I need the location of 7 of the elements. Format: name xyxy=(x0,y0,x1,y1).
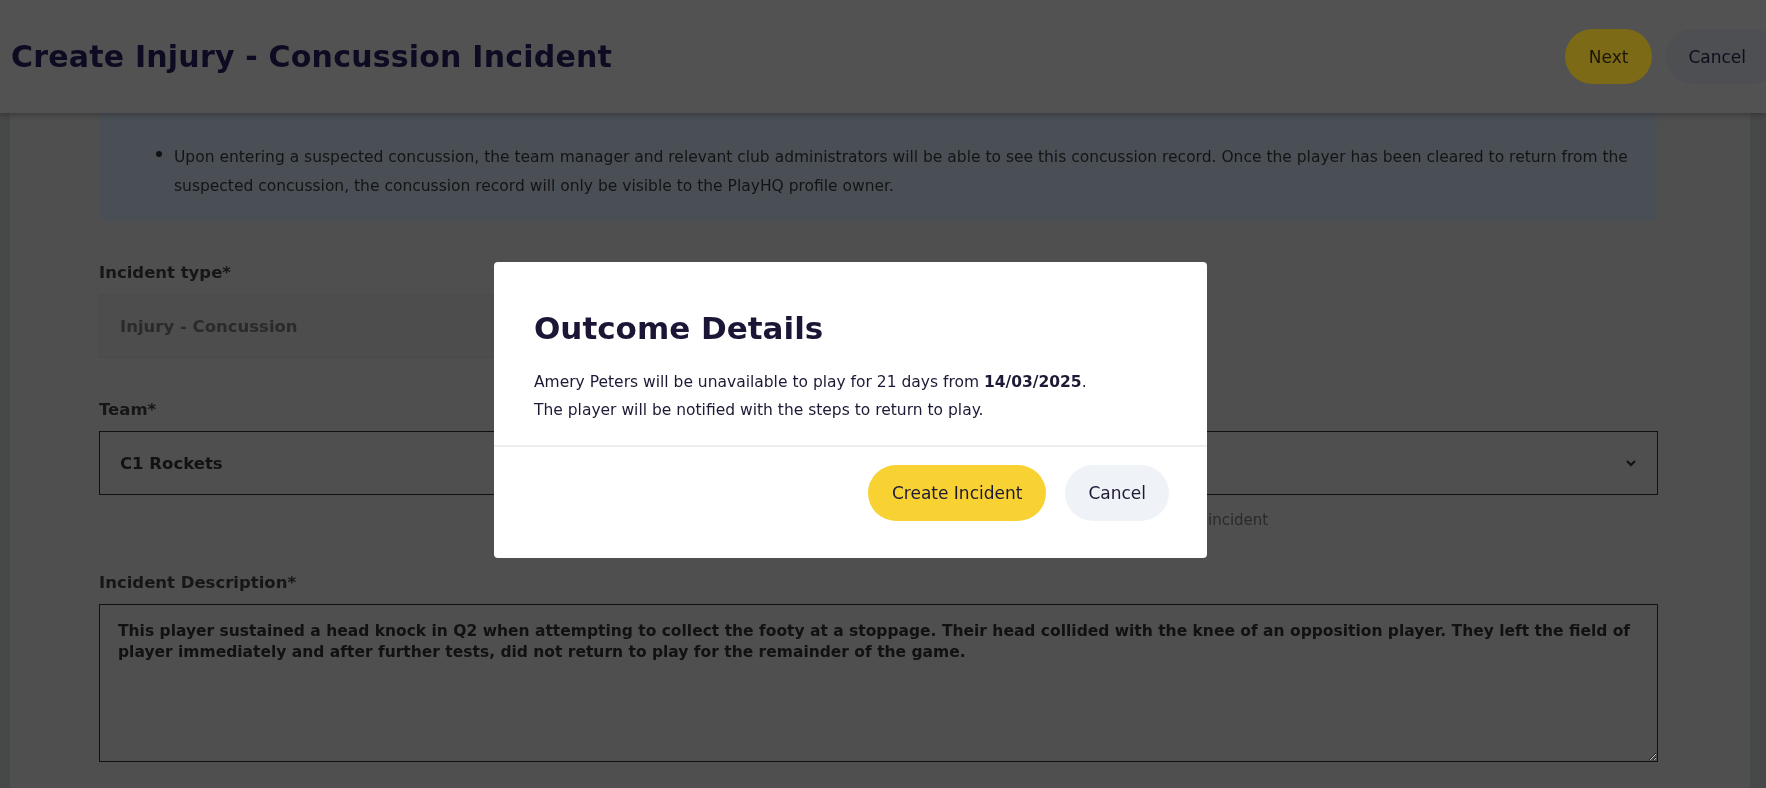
page-title: Create Injury - Concussion Incident xyxy=(11,39,613,74)
field-label: Team* xyxy=(99,400,157,419)
dialog-message: The player will be notified with the steps to return to play. xyxy=(534,400,985,421)
notice-text: Upon entering a suspected concussion, the team manager and relevant club administrators will be able to see this concussion record. Once the player has been cleared to return from the suspected concussion, the concussion record will only be visible to the PlayHQ profile owner. xyxy=(174,147,1628,197)
dialog-message: Amery Peters will be unavailable to play for 21 days from 14/03/2025. xyxy=(534,372,1088,393)
field-label: Incident type* xyxy=(99,263,231,282)
field-label: Incident Description* xyxy=(99,573,297,592)
